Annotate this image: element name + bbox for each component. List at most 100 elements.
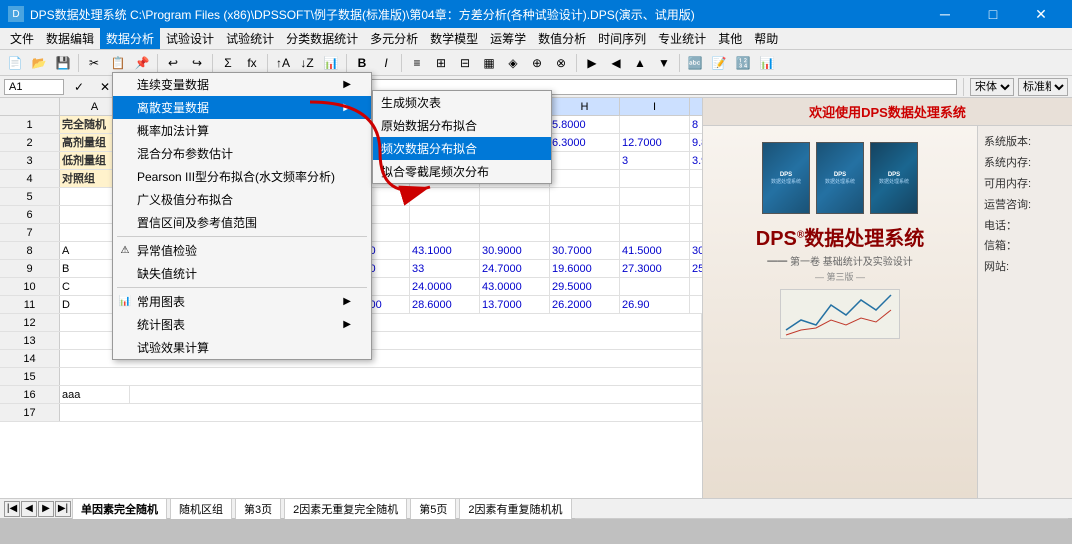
bold-icon[interactable]: B: [351, 52, 373, 74]
cell-h8[interactable]: 30.7000: [550, 242, 620, 259]
checkmark-icon[interactable]: ✓: [68, 76, 90, 98]
row-header-12[interactable]: 12: [0, 314, 60, 331]
cell-a17[interactable]: [60, 404, 702, 421]
italic-icon[interactable]: I: [375, 52, 397, 74]
row-header-10[interactable]: 10: [0, 278, 60, 295]
cell-j7[interactable]: [690, 224, 702, 241]
tool10-icon[interactable]: ▲: [629, 52, 651, 74]
sheet-tab-5[interactable]: 第5页: [410, 498, 456, 519]
sort-desc-icon[interactable]: ↓Z: [296, 52, 318, 74]
menu-confint[interactable]: 置信区间及参考值范围: [113, 211, 371, 234]
sheet-nav-last[interactable]: ▶|: [55, 501, 71, 517]
row-header-4[interactable]: 4: [0, 170, 60, 187]
cell-a16[interactable]: aaa: [60, 386, 130, 403]
tool3-icon[interactable]: ⊟: [454, 52, 476, 74]
redo-icon[interactable]: ↪: [186, 52, 208, 74]
col-header-j[interactable]: J: [690, 98, 702, 115]
menu-classification-stats[interactable]: 分类数据统计: [280, 28, 364, 49]
row-header-16[interactable]: 16: [0, 386, 60, 403]
cell-g7[interactable]: [480, 224, 550, 241]
cell-h1[interactable]: 5.8000: [550, 116, 620, 133]
menu-data-analysis[interactable]: 数据分析: [100, 28, 160, 49]
cell-g11[interactable]: 13.7000: [480, 296, 550, 313]
submenu-freq-table[interactable]: 生成频次表: [373, 91, 551, 114]
tool12-icon[interactable]: 🔤: [684, 52, 706, 74]
menu-operations[interactable]: 运筹学: [484, 28, 532, 49]
menu-common-chart[interactable]: 📊 常用图表 ▶: [113, 290, 371, 313]
cell-f9[interactable]: 33: [410, 260, 480, 277]
submenu-raw-fit[interactable]: 原始数据分布拟合: [373, 114, 551, 137]
close-button[interactable]: ✕: [1018, 0, 1064, 28]
cell-j5[interactable]: [690, 188, 702, 205]
save-icon[interactable]: 💾: [52, 52, 74, 74]
row-header-5[interactable]: 5: [0, 188, 60, 205]
tool7-icon[interactable]: ⊗: [550, 52, 572, 74]
cell-j10[interactable]: [690, 278, 702, 295]
tool2-icon[interactable]: ⊞: [430, 52, 452, 74]
row-header-13[interactable]: 13: [0, 332, 60, 349]
menu-experiment-stats[interactable]: 试验统计: [220, 28, 280, 49]
new-file-icon[interactable]: 📄: [4, 52, 26, 74]
sheet-tab-3[interactable]: 第3页: [235, 498, 281, 519]
font-dropdown[interactable]: 宋体: [970, 78, 1014, 96]
menu-continuous-data[interactable]: 连续变量数据 ▶: [113, 73, 371, 96]
chart-icon[interactable]: 📊: [320, 52, 342, 74]
menu-special-stats[interactable]: 专业统计: [652, 28, 712, 49]
cell-i9[interactable]: 27.3000: [620, 260, 690, 277]
cell-j11[interactable]: [690, 296, 702, 313]
menu-experiment-result[interactable]: 试验效果计算: [113, 336, 371, 359]
tool8-icon[interactable]: ▶: [581, 52, 603, 74]
sort-asc-icon[interactable]: ↑A: [272, 52, 294, 74]
sheet-nav-prev[interactable]: ◀: [21, 501, 37, 517]
cell-i10[interactable]: [620, 278, 690, 295]
cell-j6[interactable]: [690, 206, 702, 223]
cut-icon[interactable]: ✂: [83, 52, 105, 74]
cell-j3[interactable]: 3.9000: [690, 152, 702, 169]
cell-f6[interactable]: [410, 206, 480, 223]
cell-g6[interactable]: [480, 206, 550, 223]
cell-g10[interactable]: 43.0000: [480, 278, 550, 295]
menu-discrete-data[interactable]: 离散变量数据 ▶: [113, 96, 371, 119]
menu-mixed-dist[interactable]: 混合分布参数估计: [113, 142, 371, 165]
cell-f7[interactable]: [410, 224, 480, 241]
tool6-icon[interactable]: ⊕: [526, 52, 548, 74]
cell-h11[interactable]: 26.2000: [550, 296, 620, 313]
cell-j1[interactable]: 8: [690, 116, 702, 133]
submenu-freq-fit[interactable]: 频次数据分布拟合: [373, 137, 551, 160]
cell-h10[interactable]: 29.5000: [550, 278, 620, 295]
menu-math-model[interactable]: 数学模型: [424, 28, 484, 49]
data-analysis-menu[interactable]: 连续变量数据 ▶ 离散变量数据 ▶ 概率加法计算 混合分布参数估计 Pearso…: [112, 72, 372, 360]
cell-i3[interactable]: 3: [620, 152, 690, 169]
tool1-icon[interactable]: ≡: [406, 52, 428, 74]
menu-missing[interactable]: 缺失值统计: [113, 262, 371, 285]
maximize-button[interactable]: □: [970, 0, 1016, 28]
col-header-h[interactable]: H: [550, 98, 620, 115]
menu-outlier[interactable]: ⚠ 异常值检验: [113, 239, 371, 262]
row-header-7[interactable]: 7: [0, 224, 60, 241]
tool11-icon[interactable]: ▼: [653, 52, 675, 74]
menu-prob-calc[interactable]: 概率加法计算: [113, 119, 371, 142]
cell-j4[interactable]: [690, 170, 702, 187]
cell-i11[interactable]: 26.90: [620, 296, 690, 313]
tool9-icon[interactable]: ◀: [605, 52, 627, 74]
row-header-9[interactable]: 9: [0, 260, 60, 277]
sheet-tab-1[interactable]: 单因素完全随机: [72, 498, 167, 519]
cell-a15[interactable]: [60, 368, 702, 385]
cell-f8[interactable]: 43.1000: [410, 242, 480, 259]
row-header-15[interactable]: 15: [0, 368, 60, 385]
cell-h7[interactable]: [550, 224, 620, 241]
row-header-14[interactable]: 14: [0, 350, 60, 367]
menu-numerical[interactable]: 数值分析: [532, 28, 592, 49]
menu-time-series[interactable]: 时间序列: [592, 28, 652, 49]
cell-i6[interactable]: [620, 206, 690, 223]
sheet-tab-4[interactable]: 2因素无重复完全随机: [284, 498, 407, 519]
menu-stat-chart[interactable]: 统计图表 ▶: [113, 313, 371, 336]
menu-gev[interactable]: 广义极值分布拟合: [113, 188, 371, 211]
cell-i4[interactable]: [620, 170, 690, 187]
cell-g5[interactable]: [480, 188, 550, 205]
menu-experiment-design[interactable]: 试验设计: [160, 28, 220, 49]
fx-icon[interactable]: fx: [241, 52, 263, 74]
row-header-3[interactable]: 3: [0, 152, 60, 169]
cell-h2[interactable]: 6.3000: [550, 134, 620, 151]
sheet-tab-2[interactable]: 随机区组: [170, 498, 232, 519]
